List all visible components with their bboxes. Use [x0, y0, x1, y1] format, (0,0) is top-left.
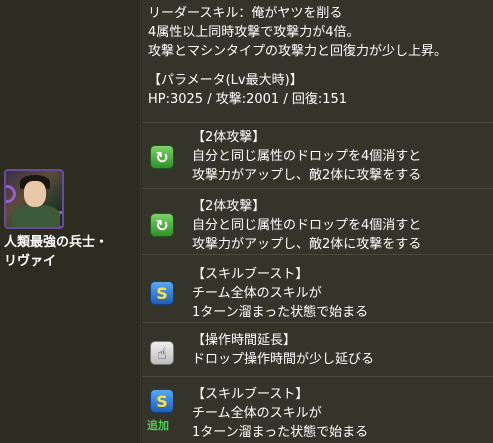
awakening-desc: 1ターン溜まった状態で始まる — [192, 305, 369, 320]
leader-skill-block: リーダースキル：俺がヤツを削る 4属性以上同時攻撃で攻撃力が4倍。 攻撃とマシン… — [148, 4, 447, 109]
character-name: 人類最強の兵士・ リヴァイ — [4, 235, 109, 269]
leader-skill-desc: 4属性以上同時攻撃で攻撃力が4倍。 — [148, 25, 360, 40]
awakening-desc: チーム全体のスキルが — [192, 406, 322, 421]
params-stats: HP:3025 / 攻撃:2001 / 回復:151 — [148, 92, 348, 107]
leader-skill-title: リーダースキル：俺がヤツを削る — [148, 6, 343, 21]
attribute-orb-icon — [6, 185, 16, 203]
skill-boost-icon[interactable]: S — [150, 389, 174, 413]
awakening-title: 【スキルブースト】 — [192, 267, 309, 282]
skill-boost-icon[interactable]: S — [150, 281, 174, 305]
awakening-desc: 自分と同じ属性のドロップを4個消すと — [192, 149, 422, 164]
awakening-desc: 自分と同じ属性のドロップを4個消すと — [192, 218, 422, 233]
character-portrait[interactable] — [4, 169, 64, 229]
awakening-desc: ドロップ操作時間が少し延びる — [192, 352, 375, 367]
face-shape — [24, 181, 46, 207]
two-body-attack-icon[interactable]: ↻ — [150, 213, 174, 237]
character-card: 人類最強の兵士・ リヴァイ — [4, 169, 139, 271]
awakening-title: 【操作時間延長】 — [192, 333, 297, 348]
awakening-title: 【スキルブースト】 — [192, 387, 309, 402]
awakening-row: ☝ 【操作時間延長】 ドロップ操作時間が少し延びる — [142, 322, 493, 376]
details-column: リーダースキル：俺がヤツを削る 4属性以上同時攻撃で攻撃力が4倍。 攻撃とマシン… — [142, 0, 493, 443]
params-heading: 【パラメータ(Lv最大時)】 — [148, 73, 303, 88]
added-badge: 追加 — [147, 419, 169, 432]
awakening-row: ↻ 【2体攻撃】 自分と同じ属性のドロップを4個消すと 攻撃力がアップし、敵2体… — [142, 188, 493, 254]
cloak-shape — [12, 205, 60, 227]
awakening-row: S 【スキルブースト】 チーム全体のスキルが 1ターン溜まった状態で始まる — [142, 254, 493, 322]
leader-skill-desc: 攻撃とマシンタイプの攻撃力と回復力が少し上昇。 — [148, 44, 448, 59]
awakening-row: S 追加 【スキルブースト】 チーム全体のスキルが 1ターン溜まった状態で始まる — [142, 376, 493, 443]
awakening-desc: 攻撃力がアップし、敵2体に攻撃をする — [192, 237, 422, 252]
awakening-title: 【2体攻撃】 — [192, 130, 266, 145]
time-extend-icon[interactable]: ☝ — [150, 341, 174, 365]
awakening-row: ↻ 【2体攻撃】 自分と同じ属性のドロップを4個消すと 攻撃力がアップし、敵2体… — [142, 122, 493, 188]
awakening-desc: チーム全体のスキルが — [192, 286, 322, 301]
awakening-desc: 攻撃力がアップし、敵2体に攻撃をする — [192, 168, 422, 183]
character-column: 人類最強の兵士・ リヴァイ — [0, 0, 141, 443]
awakening-title: 【2体攻撃】 — [192, 199, 266, 214]
two-body-attack-icon[interactable]: ↻ — [150, 145, 174, 169]
awakening-desc: 1ターン溜まった状態で始まる — [192, 425, 369, 440]
